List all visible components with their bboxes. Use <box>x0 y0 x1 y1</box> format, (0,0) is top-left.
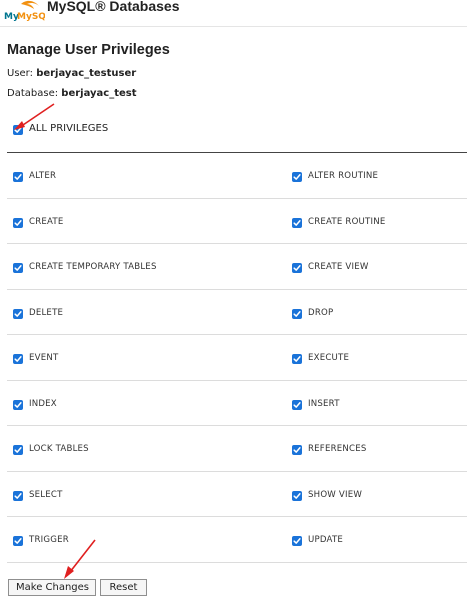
privilege-row: LOCK TABLES REFERENCES <box>7 426 467 472</box>
privilege-option[interactable]: CREATE <box>13 216 193 228</box>
checkmark-icon <box>14 356 22 362</box>
privilege-option[interactable]: ALTER ROUTINE <box>292 170 467 182</box>
privilege-option[interactable]: INSERT <box>292 398 467 410</box>
user-info: User: berjayac_testuser <box>7 68 136 79</box>
privilege-checkbox[interactable] <box>292 354 302 364</box>
app-title: MySQL® Databases <box>47 0 180 14</box>
privilege-checkbox[interactable] <box>13 354 23 364</box>
svg-text:MySQL: MySQL <box>17 12 45 22</box>
page-title: Manage User Privileges <box>7 42 170 58</box>
privilege-label: DROP <box>308 307 334 318</box>
privilege-option[interactable]: CREATE ROUTINE <box>292 216 467 228</box>
privilege-checkbox[interactable] <box>13 217 23 228</box>
privilege-checkbox[interactable] <box>13 536 23 546</box>
privilege-checkbox[interactable] <box>292 263 302 273</box>
user-value: berjayac_testuser <box>36 68 137 79</box>
user-label: User: <box>7 68 33 79</box>
database-label: Database: <box>7 88 59 99</box>
privilege-option[interactable]: DELETE <box>13 307 193 319</box>
privilege-option[interactable]: INDEX <box>13 398 193 410</box>
app-header: My MySQL MySQL® Databases <box>0 0 467 27</box>
checkmark-icon <box>293 265 301 271</box>
privilege-option[interactable]: ALTER <box>13 170 193 182</box>
privilege-checkbox[interactable] <box>292 217 302 228</box>
privilege-option[interactable]: SHOW VIEW <box>292 489 467 501</box>
checkmark-icon <box>14 447 22 453</box>
privilege-option[interactable]: EXECUTE <box>292 352 467 364</box>
checkmark-icon <box>293 538 301 544</box>
checkmark-icon <box>293 310 301 317</box>
all-privileges-option[interactable]: ALL PRIVILEGES <box>13 123 113 135</box>
checkmark-icon <box>14 310 22 317</box>
privilege-row: ALTER ALTER ROUTINE <box>7 153 467 199</box>
privilege-checkbox[interactable] <box>13 263 23 273</box>
privilege-row: DELETE DROP <box>7 290 467 335</box>
privilege-label: CREATE ROUTINE <box>308 216 386 227</box>
privilege-label: UPDATE <box>308 535 344 545</box>
privilege-label: INDEX <box>29 398 57 409</box>
privilege-checkbox[interactable] <box>13 445 23 455</box>
privilege-label: SHOW VIEW <box>308 489 363 500</box>
checkmark-icon <box>14 265 22 271</box>
privilege-checkbox[interactable] <box>13 172 23 182</box>
privilege-option[interactable]: DROP <box>292 307 467 319</box>
privilege-row: CREATE TEMPORARY TABLES CREATE VIEW <box>7 244 467 290</box>
database-info: Database: berjayac_test <box>7 88 137 99</box>
checkmark-icon <box>14 127 22 133</box>
privilege-option[interactable]: TRIGGER <box>13 534 193 546</box>
privilege-checkbox[interactable] <box>292 172 302 182</box>
privilege-option[interactable]: CREATE VIEW <box>292 261 467 273</box>
privilege-row: TRIGGER UPDATE <box>7 517 467 563</box>
privilege-label: REFERENCES <box>308 444 367 454</box>
checkmark-icon <box>14 174 22 180</box>
privilege-label: EXECUTE <box>308 353 350 363</box>
privilege-checkbox[interactable] <box>292 445 302 455</box>
checkmark-icon <box>293 219 301 226</box>
privilege-option[interactable]: LOCK TABLES <box>13 443 193 455</box>
privilege-label: ALTER <box>29 171 57 181</box>
privilege-checkbox[interactable] <box>13 308 23 319</box>
privilege-checkbox[interactable] <box>292 308 302 319</box>
privilege-row: SELECT SHOW VIEW <box>7 472 467 517</box>
privilege-option[interactable]: SELECT <box>13 489 193 501</box>
privilege-checkbox[interactable] <box>292 490 302 501</box>
privilege-checkbox[interactable] <box>13 399 23 410</box>
privilege-option[interactable]: EVENT <box>13 352 193 364</box>
checkmark-icon <box>293 356 301 362</box>
privilege-label: LOCK TABLES <box>29 444 89 454</box>
privilege-label: TRIGGER <box>29 535 69 545</box>
privilege-row: EVENT EXECUTE <box>7 335 467 381</box>
privilege-label: INSERT <box>308 398 340 409</box>
privilege-label: CREATE <box>29 216 64 227</box>
privilege-option[interactable]: CREATE TEMPORARY TABLES <box>13 261 193 273</box>
privilege-label: SELECT <box>29 489 63 500</box>
privilege-option[interactable]: UPDATE <box>292 534 467 546</box>
privilege-row: INDEX INSERT <box>7 381 467 426</box>
checkmark-icon <box>293 492 301 499</box>
privilege-row: CREATE CREATE ROUTINE <box>7 199 467 244</box>
checkmark-icon <box>14 401 22 408</box>
checkmark-icon <box>14 538 22 544</box>
privilege-checkbox[interactable] <box>292 399 302 410</box>
privilege-checkbox[interactable] <box>292 536 302 546</box>
all-privileges-checkbox[interactable] <box>13 125 23 135</box>
privilege-label: DELETE <box>29 307 64 318</box>
reset-button[interactable]: Reset <box>100 579 147 596</box>
checkmark-icon <box>14 492 22 499</box>
make-changes-button[interactable]: Make Changes <box>8 579 96 596</box>
checkmark-icon <box>293 401 301 408</box>
privilege-label: EVENT <box>29 353 59 363</box>
database-value: berjayac_test <box>61 88 137 99</box>
checkmark-icon <box>293 174 301 180</box>
privilege-label: ALTER ROUTINE <box>308 171 379 181</box>
privileges-table: ALTER ALTER ROUTINE CREATE CREATE ROUTINE CR… <box>7 152 467 563</box>
privilege-label: CREATE TEMPORARY TABLES <box>29 262 157 272</box>
checkmark-icon <box>293 447 301 453</box>
privilege-label: CREATE VIEW <box>308 262 369 272</box>
privilege-checkbox[interactable] <box>13 490 23 501</box>
privilege-option[interactable]: REFERENCES <box>292 443 467 455</box>
mysql-logo-icon: My MySQL <box>4 0 45 22</box>
all-privileges-label: ALL PRIVILEGES <box>29 123 109 134</box>
checkmark-icon <box>14 219 22 226</box>
